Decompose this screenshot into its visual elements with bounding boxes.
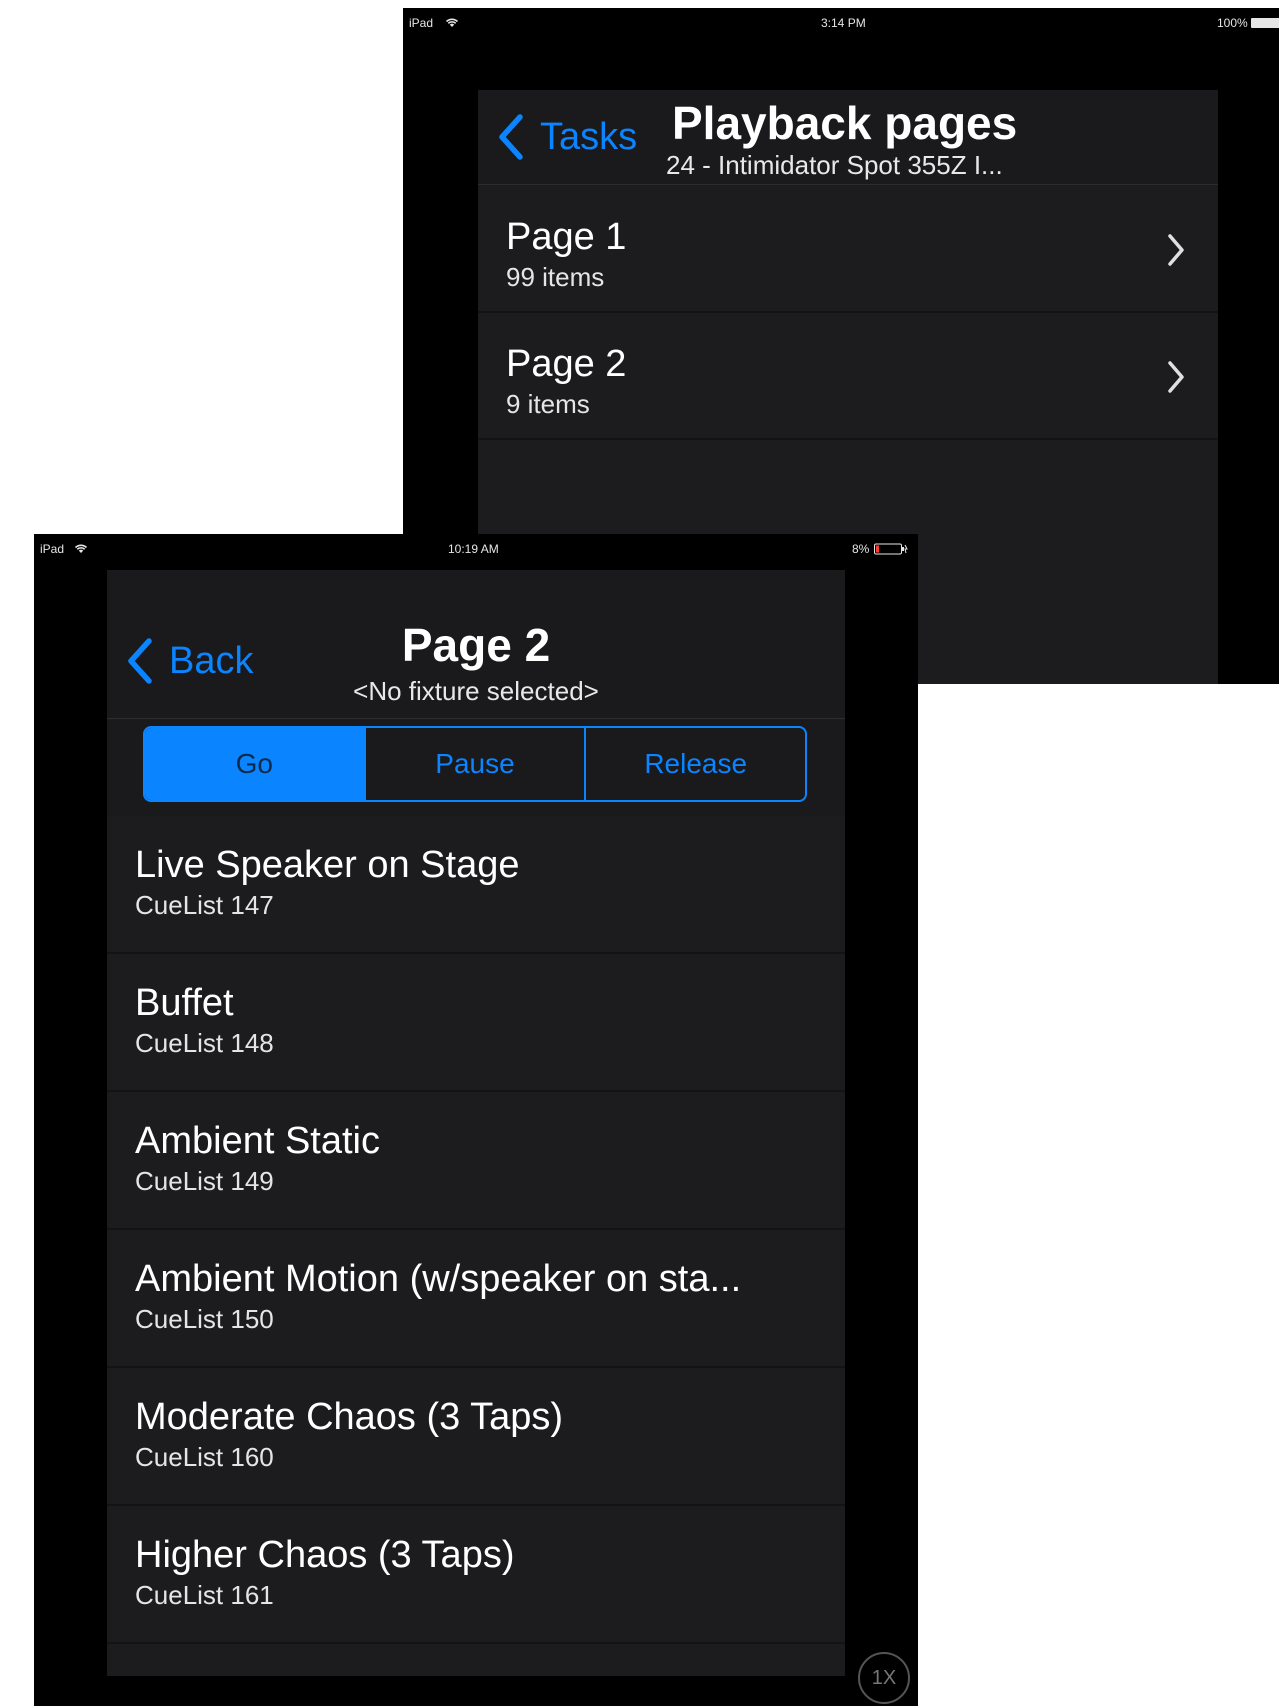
page-2-panel: Back Page 2 <No fixture selected> Go Pau…	[107, 570, 845, 1676]
page-row-title: Page 2	[506, 343, 627, 385]
status-bar: iPad 3:14 PM 100%	[403, 8, 1279, 36]
status-bar: iPad 10:19 AM 8%	[34, 534, 918, 562]
cuelist-row[interactable]: Ambient Motion (w/speaker on sta... CueL…	[107, 1230, 845, 1368]
status-device: iPad	[409, 16, 434, 30]
nav-bar: Back Page 2 <No fixture selected>	[107, 570, 845, 719]
cuelist-row[interactable]: Ambient Static CueList 149	[107, 1092, 845, 1230]
wifi-icon	[74, 544, 88, 553]
page-subtitle: 24 - Intimidator Spot 355Z I...	[666, 150, 1003, 180]
front-screenshot: iPad 10:19 AM 8% Back Page 2 <No fixture…	[34, 534, 918, 1706]
go-segment[interactable]: Go	[145, 728, 364, 800]
battery-icon	[874, 543, 908, 555]
chevron-left-icon	[499, 114, 523, 160]
cuelist-number: CueList 161	[135, 1580, 274, 1610]
page-row-subtitle: 9 items	[506, 389, 590, 419]
cuelist-title: Live Speaker on Stage	[135, 844, 520, 886]
segment-bar: Go Pause Release	[107, 720, 845, 816]
playback-segmented-control: Go Pause Release	[143, 726, 807, 802]
page-subtitle: <No fixture selected>	[353, 676, 599, 706]
cuelist-title: Moderate Chaos (3 Taps)	[135, 1396, 564, 1438]
cuelist-number: CueList 147	[135, 890, 274, 920]
release-segment[interactable]: Release	[584, 728, 805, 800]
cuelist-number: CueList 150	[135, 1304, 274, 1334]
nav-bar: Tasks Playback pages 24 - Intimidator Sp…	[478, 90, 1218, 185]
tasks-back-button[interactable]: Tasks	[496, 112, 637, 162]
cuelist-row[interactable]: Buffet CueList 148	[107, 954, 845, 1092]
chevron-right-icon	[1168, 361, 1184, 393]
cuelist-title: Higher Chaos (3 Taps)	[135, 1534, 515, 1576]
status-time: 3:14 PM	[821, 16, 866, 30]
status-battery: 8%	[852, 542, 870, 556]
status-battery: 100%	[1217, 16, 1248, 30]
cuelist-number: CueList 148	[135, 1028, 274, 1058]
cuelist-number: CueList 149	[135, 1166, 274, 1196]
tasks-back-label: Tasks	[540, 115, 638, 158]
status-device: iPad	[40, 542, 65, 556]
zoom-button[interactable]: 1X	[858, 1652, 910, 1704]
cuelist-title: Ambient Static	[135, 1120, 380, 1162]
page-title: Page 2	[401, 619, 551, 671]
cuelist-row[interactable]: Moderate Chaos (3 Taps) CueList 160	[107, 1368, 845, 1506]
battery-icon	[1251, 18, 1279, 28]
status-time: 10:19 AM	[448, 542, 499, 556]
zoom-label: 1X	[871, 1666, 897, 1689]
page-row-title: Page 1	[506, 216, 627, 258]
cuelist-title: Ambient Motion (w/speaker on sta...	[135, 1258, 742, 1300]
page-row-subtitle: 99 items	[506, 262, 605, 292]
cuelist-row[interactable]: Higher Chaos (3 Taps) CueList 161	[107, 1506, 845, 1644]
wifi-icon	[445, 18, 459, 27]
cuelist-title: Buffet	[135, 982, 234, 1024]
page-row[interactable]: Page 2 9 items	[478, 313, 1218, 440]
page-title: Playback pages	[672, 97, 1018, 149]
chevron-right-icon	[1168, 234, 1184, 266]
pause-segment[interactable]: Pause	[363, 728, 585, 800]
page-row[interactable]: Page 1 99 items	[478, 186, 1218, 313]
cuelist-number: CueList 160	[135, 1442, 274, 1472]
cuelist-row[interactable]: Live Speaker on Stage CueList 147	[107, 816, 845, 954]
